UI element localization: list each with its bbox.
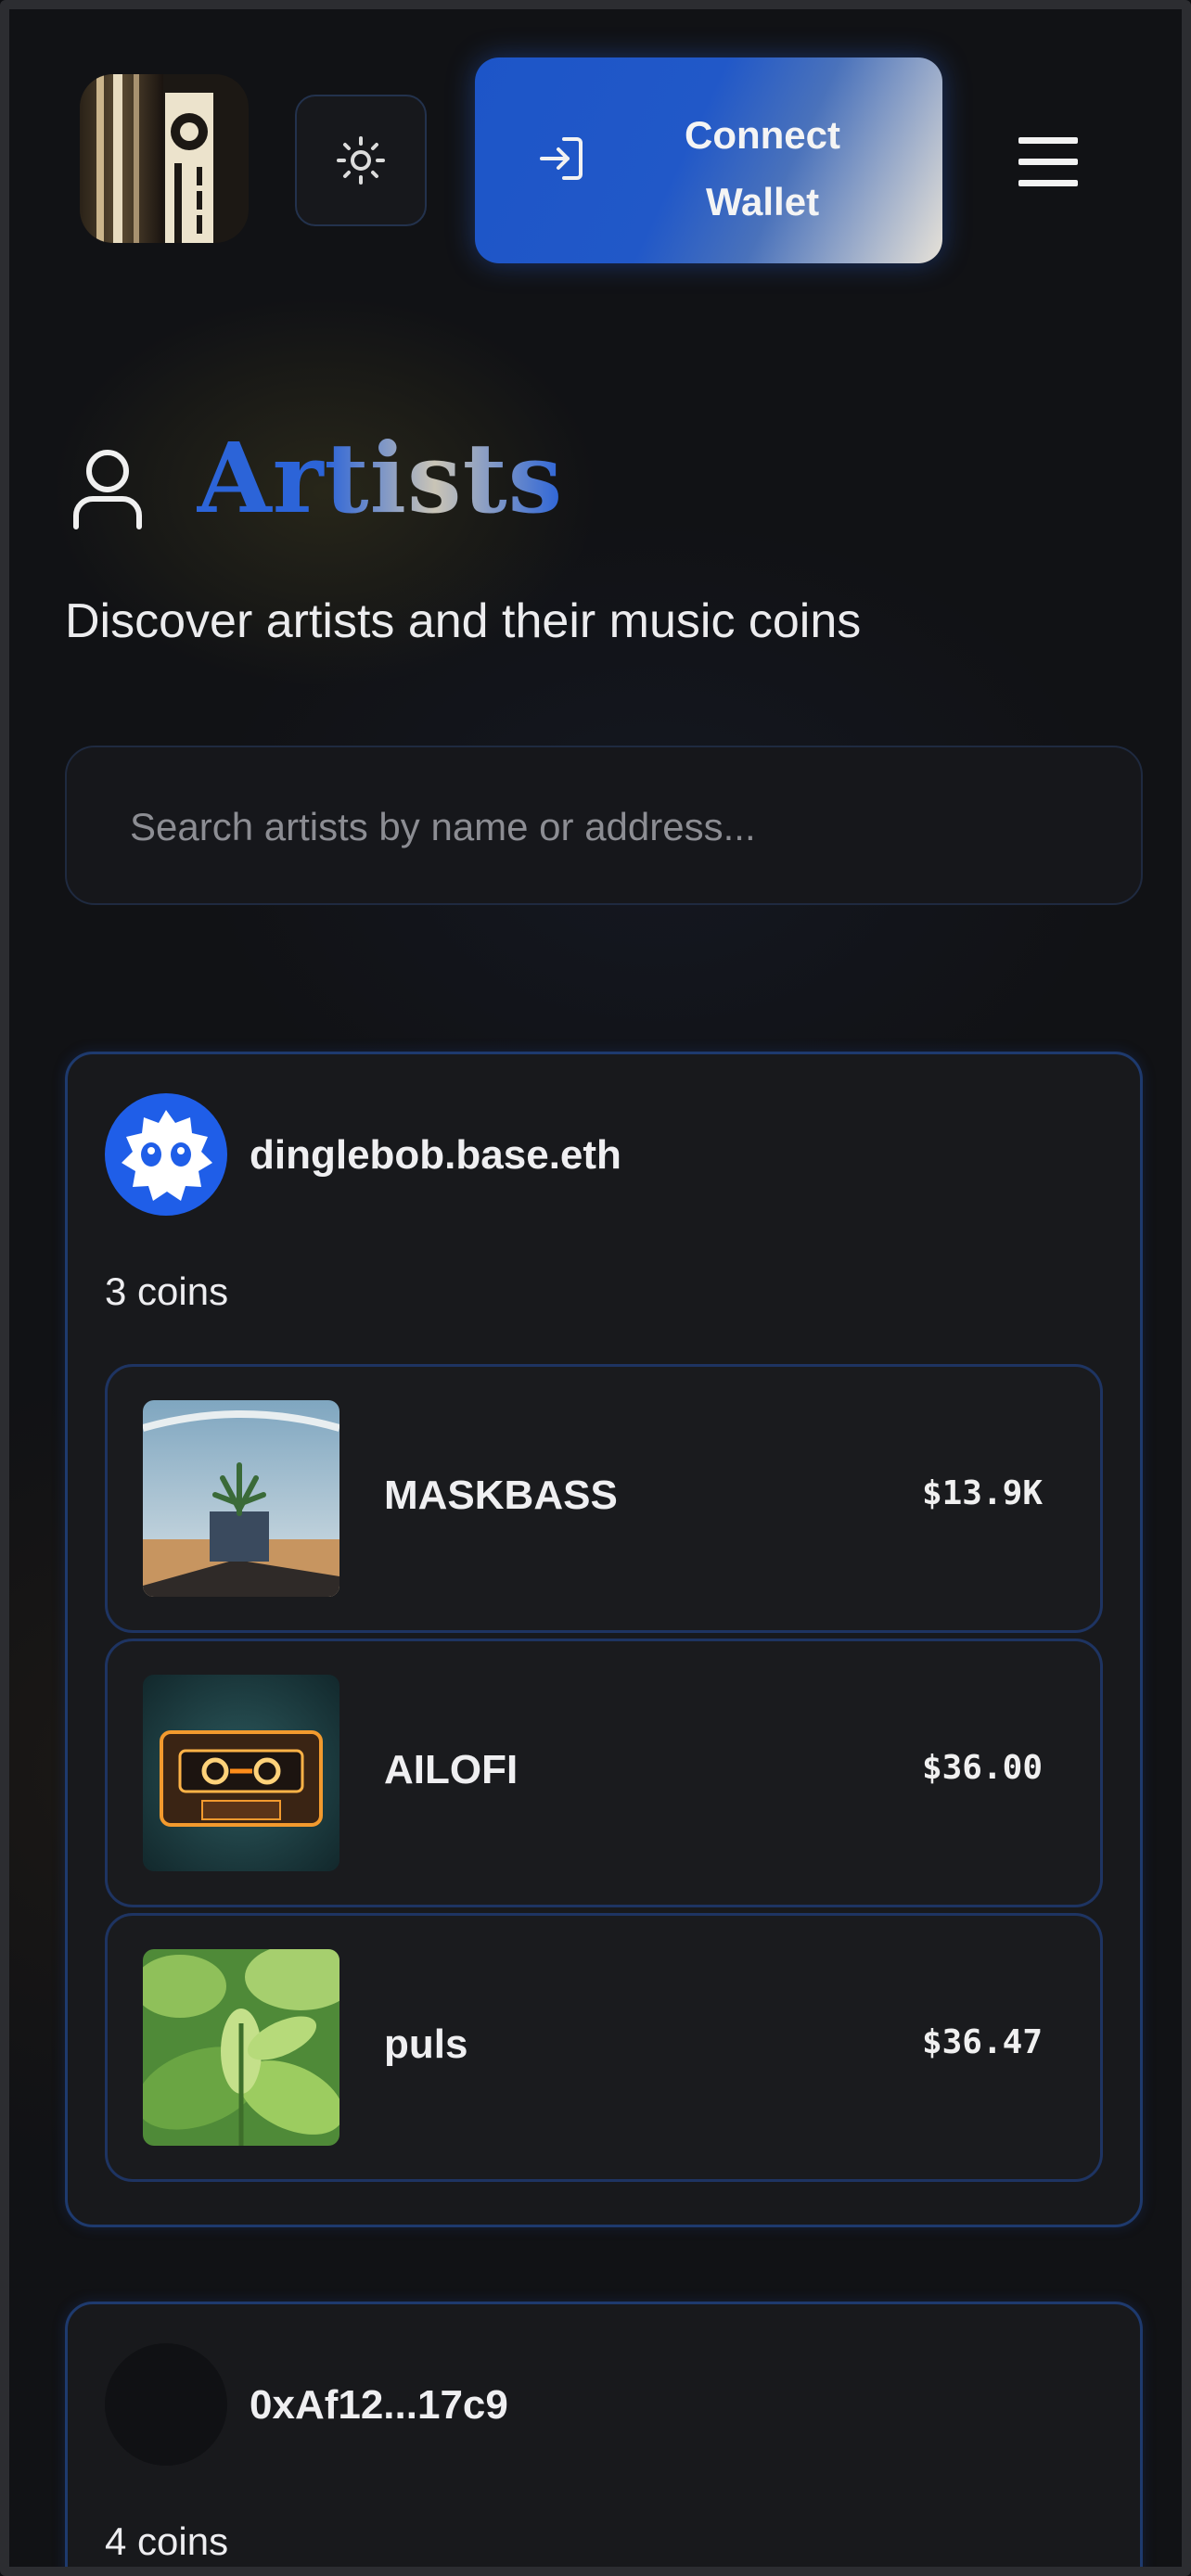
- theme-toggle-button[interactable]: [295, 95, 427, 226]
- music-logo-icon: [80, 74, 249, 243]
- coin-row-maskbass[interactable]: MASKBASS $13.9K: [105, 1364, 1103, 1633]
- page-subtitle: Discover artists and their music coins: [65, 594, 862, 648]
- coin-row-puls[interactable]: puls $36.47: [105, 1913, 1103, 2182]
- hamburger-menu-icon[interactable]: [1018, 137, 1078, 189]
- coin-price: $36.47: [921, 2023, 1043, 2061]
- coin-count: 3 coins: [105, 1269, 229, 1313]
- connect-label-line2: Wallet: [705, 180, 820, 223]
- sun-icon: [337, 136, 385, 185]
- coin-price: $13.9K: [921, 1474, 1043, 1512]
- coin-thumbnail: [143, 1675, 339, 1871]
- coin-row-ailofi[interactable]: AILOFI $36.00: [105, 1639, 1103, 1907]
- page-title: Artists: [197, 421, 564, 535]
- connect-wallet-label: Connect Wallet: [623, 102, 902, 236]
- search-input[interactable]: [128, 794, 1078, 861]
- artist-name: 0xAf12...17c9: [250, 2382, 508, 2428]
- user-icon: [69, 443, 147, 537]
- artist-name: dinglebob.base.eth: [250, 1132, 621, 1178]
- app-frame: Connect Wallet Artists Discover artists …: [0, 0, 1191, 2576]
- coin-name: AILOFI: [384, 1747, 519, 1792]
- app-logo[interactable]: [80, 74, 249, 243]
- search-box: [65, 746, 1143, 905]
- avatar: [105, 1093, 227, 1216]
- coin-thumbnail: [143, 1400, 339, 1597]
- connect-wallet-button[interactable]: Connect Wallet: [475, 57, 942, 263]
- avatar: [105, 2343, 227, 2466]
- artist-card[interactable]: dinglebob.base.eth 3 coins MASKBASS $13.…: [65, 1052, 1143, 2227]
- coin-name: puls: [384, 2021, 468, 2067]
- coin-name: MASKBASS: [384, 1473, 618, 1518]
- connect-label-line1: Connect: [685, 113, 840, 157]
- coin-thumbnail: [143, 1949, 339, 2146]
- login-icon: [536, 134, 586, 188]
- coin-price: $36.00: [921, 1749, 1043, 1787]
- coin-count: 4 coins: [105, 2519, 229, 2563]
- artist-card[interactable]: 0xAf12...17c9 4 coins: [65, 2302, 1143, 2567]
